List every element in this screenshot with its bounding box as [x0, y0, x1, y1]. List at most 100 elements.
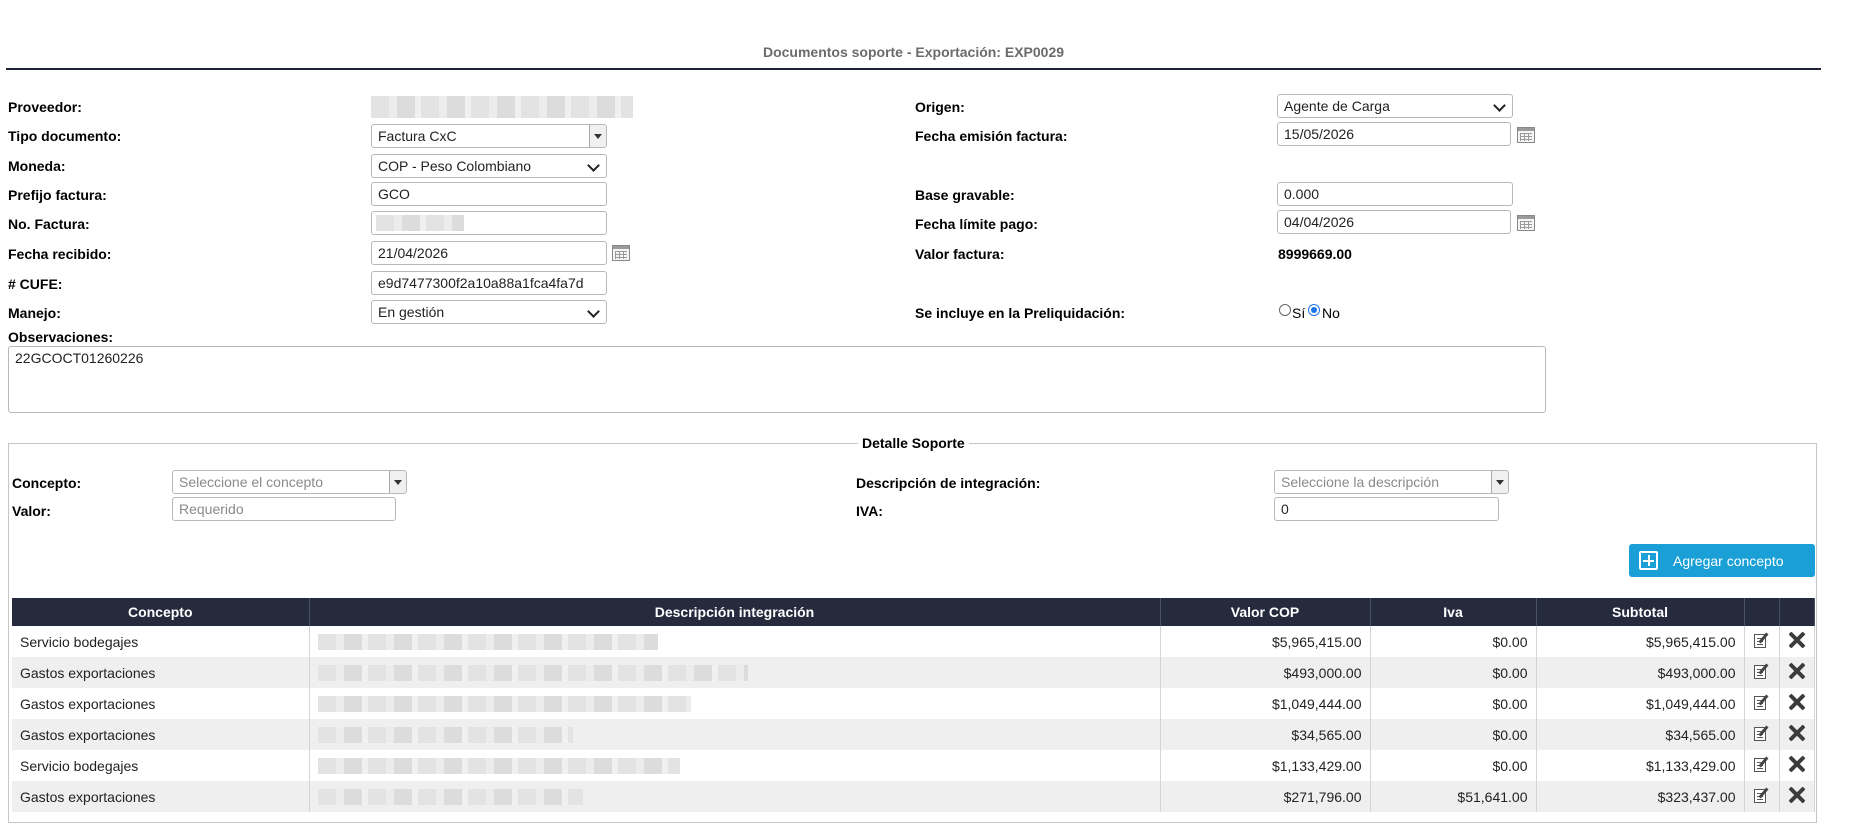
prefijo-factura-label: Prefijo factura:	[8, 187, 107, 203]
calendar-icon[interactable]	[612, 245, 630, 261]
cell-subtotal: $1,133,429.00	[1536, 750, 1745, 781]
radio-si[interactable]	[1279, 304, 1291, 316]
fecha-emision-input[interactable]: 15/05/2026	[1277, 122, 1511, 146]
origen-value: Agente de Carga	[1284, 98, 1390, 114]
column-header[interactable]: Descripción integración	[309, 598, 1161, 626]
agregar-concepto-label: Agregar concepto	[1673, 553, 1784, 569]
page-title: Documentos soporte - Exportación: EXP002…	[762, 44, 1065, 60]
edit-cell[interactable]	[1744, 688, 1780, 719]
cell-concepto: Servicio bodegajes	[12, 750, 310, 781]
moneda-value: COP - Peso Colombiano	[378, 158, 532, 174]
edit-document-icon[interactable]	[1754, 755, 1769, 773]
prefijo-factura-input[interactable]: GCO	[371, 182, 607, 206]
cell-subtotal: $1,049,444.00	[1536, 688, 1745, 719]
calendar-icon[interactable]	[1517, 127, 1535, 143]
cell-concepto: Gastos exportaciones	[12, 688, 310, 719]
valor-factura-label: Valor factura:	[915, 246, 1005, 262]
no-factura-input[interactable]	[371, 211, 607, 235]
descripcion-placeholder: Seleccione la descripción	[1281, 474, 1439, 490]
cell-valor: $493,000.00	[1160, 657, 1371, 688]
table-row[interactable]: Gastos exportaciones $34,565.00 $0.00 $3…	[12, 719, 1815, 750]
cell-valor: $1,133,429.00	[1160, 750, 1371, 781]
delete-cell[interactable]	[1779, 781, 1815, 812]
delete-x-icon[interactable]	[1788, 755, 1806, 773]
iva-value: 0	[1281, 501, 1289, 517]
edit-document-icon[interactable]	[1754, 631, 1769, 649]
base-gravable-input[interactable]: 0.000	[1277, 182, 1513, 206]
table-row[interactable]: Servicio bodegajes $1,133,429.00 $0.00 $…	[12, 750, 1815, 781]
cell-iva: $0.00	[1370, 688, 1537, 719]
delete-x-icon[interactable]	[1788, 693, 1806, 711]
descripcion-integracion-combobox[interactable]: Seleccione la descripción	[1274, 470, 1509, 494]
column-header[interactable]: Iva	[1370, 598, 1537, 626]
column-header[interactable]: Valor COP	[1160, 598, 1371, 626]
cell-subtotal: $5,965,415.00	[1536, 626, 1745, 657]
edit-cell[interactable]	[1744, 719, 1780, 750]
edit-cell[interactable]	[1744, 750, 1780, 781]
concepto-combobox[interactable]: Seleccione el concepto	[172, 470, 407, 494]
fecha-limite-input[interactable]: 04/04/2026	[1277, 210, 1511, 234]
valor-placeholder: Requerido	[179, 501, 244, 517]
edit-document-icon[interactable]	[1754, 724, 1769, 742]
table-row[interactable]: Servicio bodegajes $5,965,415.00 $0.00 $…	[12, 626, 1815, 657]
table-row[interactable]: Gastos exportaciones $271,796.00 $51,641…	[12, 781, 1815, 812]
edit-cell[interactable]	[1744, 657, 1780, 688]
table-row[interactable]: Gastos exportaciones $1,049,444.00 $0.00…	[12, 688, 1815, 719]
origen-label: Origen:	[915, 99, 965, 115]
radio-no[interactable]	[1308, 304, 1320, 316]
cell-descripcion-redacted	[309, 750, 1161, 781]
delete-x-icon[interactable]	[1788, 631, 1806, 649]
fecha-limite-value: 04/04/2026	[1284, 214, 1355, 230]
delete-x-icon[interactable]	[1788, 786, 1806, 804]
cufe-input[interactable]: e9d7477300f2a10a88a1fca4fa7d	[371, 271, 607, 295]
origen-select[interactable]: Agente de Carga	[1277, 94, 1513, 118]
cufe-value: e9d7477300f2a10a88a1fca4fa7d	[378, 275, 584, 291]
edit-document-icon[interactable]	[1754, 693, 1769, 711]
cell-iva: $0.00	[1370, 750, 1537, 781]
cell-iva: $0.00	[1370, 626, 1537, 657]
observaciones-value: 22GCOCT01260226	[15, 350, 144, 366]
delete-cell[interactable]	[1779, 657, 1815, 688]
cell-valor: $5,965,415.00	[1160, 626, 1371, 657]
edit-document-icon[interactable]	[1754, 786, 1769, 804]
dropdown-arrow-icon[interactable]	[589, 125, 606, 147]
detalle-soporte-legend: Detalle Soporte	[858, 435, 969, 451]
manejo-value: En gestión	[378, 304, 445, 320]
base-gravable-label: Base gravable:	[915, 187, 1015, 203]
delete-x-icon[interactable]	[1788, 662, 1806, 680]
tipo-documento-combobox[interactable]: Factura CxC	[371, 124, 607, 148]
delete-cell[interactable]	[1779, 626, 1815, 657]
edit-document-icon[interactable]	[1754, 662, 1769, 680]
edit-cell[interactable]	[1744, 626, 1780, 657]
fecha-emision-value: 15/05/2026	[1284, 126, 1355, 142]
conceptos-table: Concepto Descripción integración Valor C…	[12, 598, 1815, 812]
delete-cell[interactable]	[1779, 719, 1815, 750]
proveedor-value-redacted	[371, 96, 633, 118]
tipo-documento-label: Tipo documento:	[8, 128, 122, 144]
delete-cell[interactable]	[1779, 688, 1815, 719]
column-header[interactable]: Subtotal	[1536, 598, 1745, 626]
dropdown-arrow-icon[interactable]	[389, 471, 406, 493]
dropdown-arrow-icon[interactable]	[1491, 471, 1508, 493]
cell-iva: $51,641.00	[1370, 781, 1537, 812]
iva-input[interactable]: 0	[1274, 497, 1499, 521]
valor-input[interactable]: Requerido	[172, 497, 396, 521]
chevron-down-icon	[587, 159, 600, 172]
observaciones-textarea[interactable]: 22GCOCT01260226	[8, 346, 1546, 413]
delete-cell[interactable]	[1779, 750, 1815, 781]
fecha-recibido-label: Fecha recibido:	[8, 246, 112, 262]
manejo-label: Manejo:	[8, 305, 61, 321]
cell-concepto: Gastos exportaciones	[12, 781, 310, 812]
fecha-recibido-input[interactable]: 21/04/2026	[371, 241, 607, 265]
column-header[interactable]: Concepto	[12, 598, 310, 626]
moneda-select[interactable]: COP - Peso Colombiano	[371, 154, 607, 178]
edit-cell[interactable]	[1744, 781, 1780, 812]
delete-x-icon[interactable]	[1788, 724, 1806, 742]
agregar-concepto-button[interactable]: Agregar concepto	[1629, 544, 1815, 577]
column-header-edit	[1744, 598, 1780, 626]
table-row[interactable]: Gastos exportaciones $493,000.00 $0.00 $…	[12, 657, 1815, 688]
column-header-delete	[1779, 598, 1815, 626]
manejo-select[interactable]: En gestión	[371, 300, 607, 324]
calendar-icon[interactable]	[1517, 215, 1535, 231]
fecha-emision-label: Fecha emisión factura:	[915, 128, 1068, 144]
